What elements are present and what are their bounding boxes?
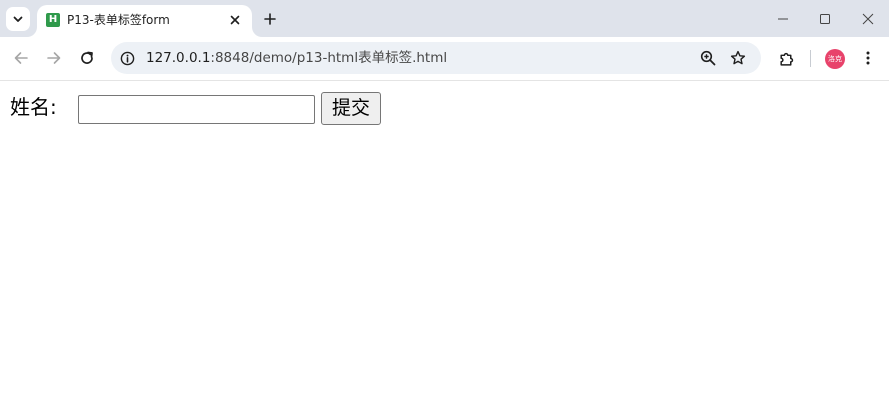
new-tab-button[interactable]: [258, 7, 282, 31]
maximize-button[interactable]: [812, 6, 838, 32]
page-content: 姓名: 提交: [0, 81, 889, 400]
name-input[interactable]: [78, 95, 315, 124]
back-button[interactable]: [8, 45, 34, 71]
name-label: 姓名:: [10, 95, 57, 119]
tab-strip: H P13-表单标签form: [0, 0, 889, 37]
tab-title: P13-表单标签form: [67, 13, 170, 27]
info-icon: [120, 51, 134, 65]
url-text[interactable]: 127.0.0.1:8848/demo/p13-html表单标签.html: [146, 49, 447, 67]
star-icon: [730, 50, 746, 65]
address-bar[interactable]: 127.0.0.1:8848/demo/p13-html表单标签.html: [111, 42, 761, 74]
close-icon: [862, 13, 874, 25]
hbuilder-favicon-icon: H: [46, 13, 60, 27]
url-path: :8848/demo/p13-html表单标签.html: [210, 50, 448, 66]
active-tab[interactable]: H P13-表单标签form: [37, 5, 252, 37]
reload-icon: [81, 51, 93, 64]
browser-menu-button[interactable]: [855, 45, 881, 71]
minimize-icon: [778, 18, 788, 20]
close-icon: [230, 15, 240, 25]
toolbar-divider: [810, 50, 811, 67]
bookmark-button[interactable]: [727, 47, 749, 69]
plus-icon: [264, 13, 276, 25]
url-host: 127.0.0.1: [146, 50, 211, 66]
arrow-right-icon: [47, 52, 61, 64]
zoom-button[interactable]: [697, 47, 719, 69]
window-close-button[interactable]: [855, 6, 881, 32]
forward-button[interactable]: [41, 45, 67, 71]
tab-close-button[interactable]: [226, 11, 244, 29]
profile-avatar[interactable]: 洛克: [825, 49, 845, 69]
more-vertical-icon: [866, 51, 870, 65]
extensions-button[interactable]: [773, 45, 799, 71]
maximize-icon: [820, 14, 830, 24]
browser-toolbar: 127.0.0.1:8848/demo/p13-html表单标签.html 洛克: [0, 37, 889, 81]
chevron-down-icon: [13, 16, 23, 22]
minimize-button[interactable]: [770, 6, 796, 32]
submit-button[interactable]: 提交: [321, 92, 381, 125]
zoom-in-icon: [700, 50, 716, 66]
reload-button[interactable]: [74, 45, 100, 71]
site-info-button[interactable]: [118, 49, 136, 67]
arrow-left-icon: [14, 52, 28, 64]
puzzle-piece-icon: [779, 52, 793, 66]
